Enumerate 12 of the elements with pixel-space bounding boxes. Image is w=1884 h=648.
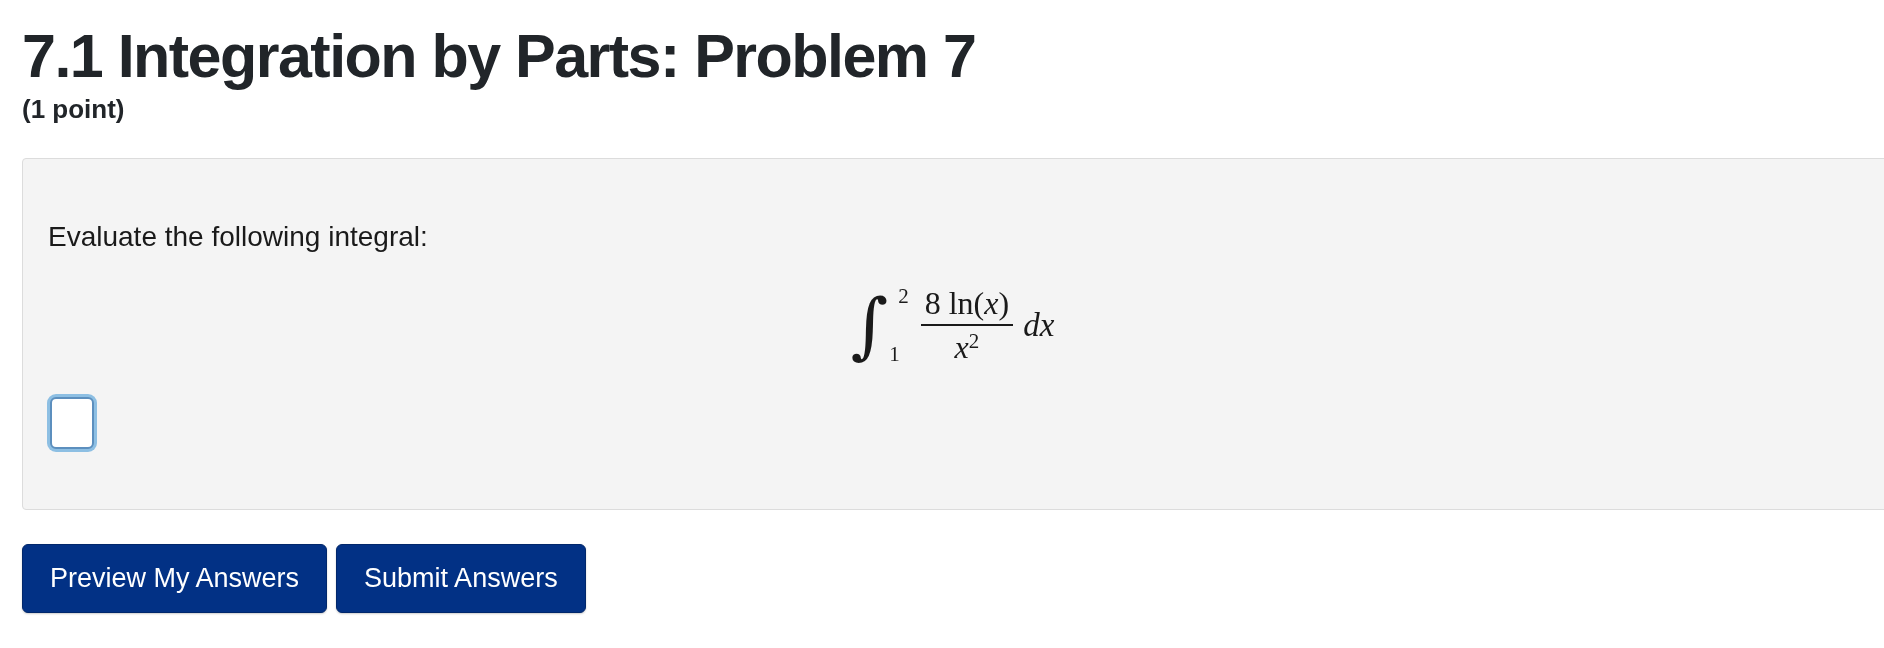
- fraction-numerator: 8 ln(x): [923, 286, 1011, 320]
- problem-prompt: Evaluate the following integral:: [48, 220, 428, 254]
- action-button[interactable]: Submit Answers: [336, 544, 586, 613]
- problem-title: 7.1 Integration by Parts: Problem 7: [22, 21, 976, 92]
- differential: dx: [1023, 307, 1055, 343]
- lower-limit: 1: [889, 343, 901, 365]
- answer-field[interactable]: [50, 397, 94, 449]
- points-label: (1 point): [22, 94, 125, 124]
- integral-sign: ∫: [850, 282, 889, 369]
- upper-limit: 2: [898, 285, 909, 307]
- fraction-denominator: x$^{2}$: [954, 330, 980, 364]
- action-button[interactable]: Preview My Answers: [22, 544, 328, 613]
